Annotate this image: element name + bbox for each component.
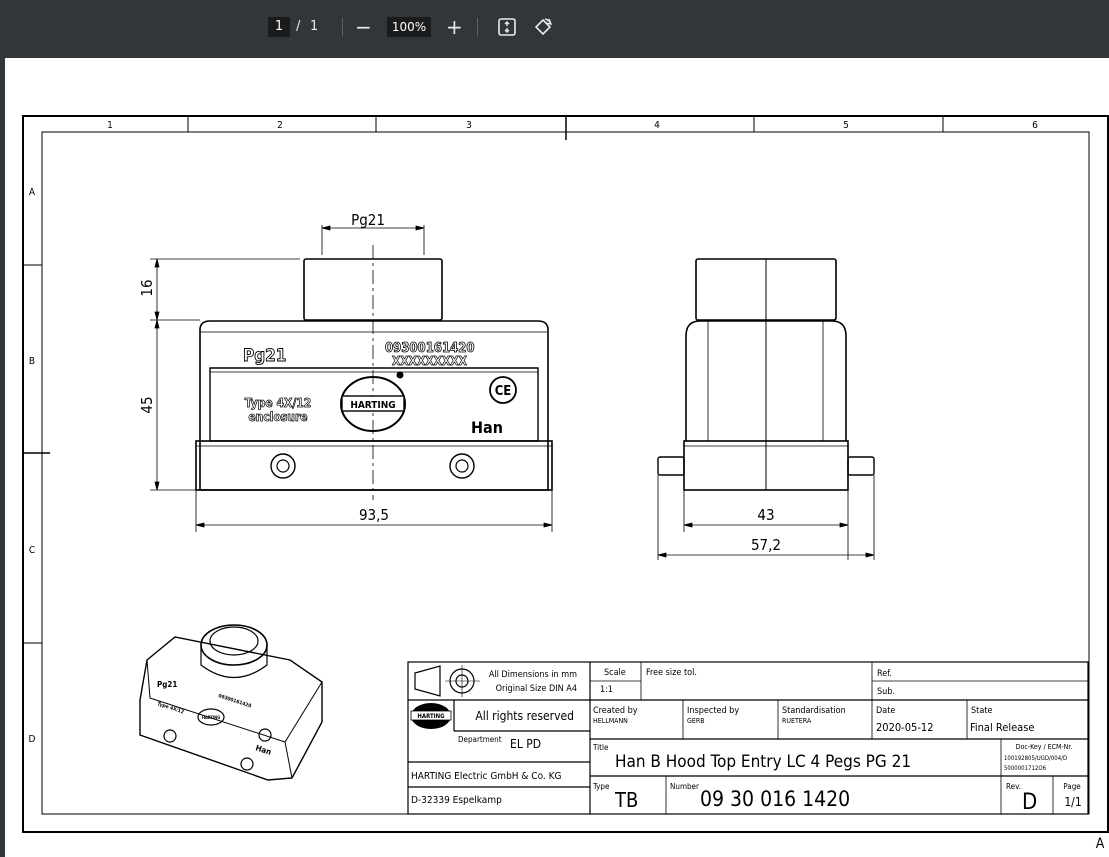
front-type-line2: enclosure — [248, 410, 307, 424]
title-block: HARTING All Dimensions in mm Original Si… — [407, 661, 1089, 815]
tb-number-value: 09 30 016 1420 — [700, 787, 850, 811]
tb-page-label: Page — [1063, 782, 1081, 791]
dim-43: 43 — [757, 506, 774, 524]
iso-view: Pg21 Type 4X/12 09300161420 HARTING Han — [139, 624, 323, 781]
tb-scale-label: Scale — [604, 668, 626, 678]
tb-department-label: Department — [458, 735, 502, 744]
zoom-in-button[interactable]: + — [446, 16, 463, 38]
tb-title-value: Han B Hood Top Entry LC 4 Pegs PG 21 — [615, 752, 911, 772]
outer-frame — [22, 115, 1109, 833]
zoom-out-button[interactable]: − — [355, 16, 372, 38]
page-number-input[interactable] — [268, 17, 290, 37]
iso-type-text: Type 4X/12 — [156, 701, 184, 715]
row-label: C — [29, 545, 35, 556]
tb-date-value: 2020-05-12 — [876, 721, 934, 734]
tb-date-label: Date — [876, 706, 895, 716]
tb-type-label: Type — [592, 782, 610, 791]
tb-std-label: Standardisation — [782, 706, 846, 716]
toolbar-divider — [342, 18, 343, 36]
column-dividers — [23, 116, 944, 644]
tb-scale-value: 1:1 — [600, 685, 613, 695]
tb-inspected-label: Inspected by — [687, 706, 739, 716]
zoom-level[interactable]: 100% — [387, 17, 431, 37]
harting-logo-icon: HARTING — [410, 703, 452, 729]
pdf-toolbar: / 1 − 100% + — [0, 0, 1109, 56]
dim-pg21: Pg21 — [351, 211, 385, 229]
front-view: HARTING Pg21 09300161420 XXXXXXXXX Type … — [138, 211, 553, 532]
front-serial: XXXXXXXXX — [392, 354, 468, 368]
front-brand: HARTING — [350, 400, 395, 411]
column-label: 6 — [1032, 120, 1038, 131]
tb-dims-line1: All Dimensions in mm — [489, 670, 577, 680]
tb-dockey-line2: 100192805/UGD/004/D — [1004, 755, 1067, 762]
page-separator: / — [296, 19, 301, 34]
tb-dockey-line1: Doc-Key / ECM-Nr. — [1016, 743, 1073, 751]
tb-company: HARTING Electric GmbH & Co. KG — [411, 771, 562, 782]
tb-created-label: Created by — [593, 706, 638, 716]
tb-address: D-32339 Espelkamp — [411, 795, 502, 806]
toolbar-divider — [477, 18, 478, 36]
dim-57-2: 57,2 — [751, 536, 781, 554]
tb-dims-line2: Original Size DIN A4 — [496, 684, 577, 694]
front-pg-label: Pg21 — [243, 346, 286, 366]
projection-symbol-icon — [414, 665, 480, 697]
tb-rights: All rights reserved — [475, 709, 574, 723]
tb-std-value: RUETERA — [782, 717, 812, 725]
corner-mark: A — [1096, 836, 1105, 852]
tb-free-size: Free size tol. — [646, 668, 697, 678]
column-label: 4 — [654, 120, 660, 131]
iso-part-number: 09300161420 — [217, 693, 252, 709]
row-label: B — [29, 356, 35, 367]
iso-han: Han — [254, 743, 272, 757]
dim-16: 16 — [138, 279, 156, 296]
tb-department-value: EL PD — [510, 737, 541, 751]
tb-brand: HARTING — [417, 713, 445, 720]
technical-drawing: 1 2 3 4 5 6 A B C D A HARTING Pg21 09300… — [22, 115, 1109, 852]
tb-sub-label: Sub. — [877, 687, 895, 697]
tb-dockey-line3: 5000001712O6 — [1004, 765, 1047, 772]
tb-inspected-value: GERB — [687, 717, 705, 725]
side-view: 43 57,2 — [657, 258, 875, 560]
dim-45: 45 — [138, 396, 156, 413]
tb-type-value: TB — [614, 788, 638, 812]
column-label: 1 — [107, 120, 113, 131]
tb-rev-label: Rev. — [1006, 782, 1021, 791]
dim-93-5: 93,5 — [359, 506, 389, 524]
column-label: 2 — [277, 120, 283, 131]
tb-created-value: HELLMANN — [593, 717, 628, 725]
tb-page-value: 1/1 — [1064, 795, 1081, 809]
tb-rev-value: D — [1022, 790, 1037, 815]
column-label: 3 — [466, 120, 472, 131]
iso-pg-label: Pg21 — [157, 680, 177, 689]
rotate-icon[interactable] — [532, 16, 554, 38]
tb-state-value: Final Release — [970, 721, 1035, 734]
front-han: Han — [471, 418, 503, 437]
row-label: A — [29, 187, 36, 198]
iso-brand: HARTING — [202, 715, 220, 720]
tb-title-label: Title — [592, 743, 609, 752]
page-total: 1 — [310, 19, 319, 34]
tb-number-label: Number — [670, 782, 699, 791]
fit-page-icon[interactable] — [496, 16, 518, 38]
row-label: D — [29, 734, 36, 745]
tb-ref-label: Ref. — [877, 669, 892, 679]
column-label: 5 — [843, 120, 849, 131]
front-ce-mark: CE — [495, 384, 512, 399]
front-type-line1: Type 4X/12 — [245, 396, 312, 410]
tb-state-label: State — [971, 706, 992, 716]
pdf-page: 1 2 3 4 5 6 A B C D A HARTING Pg21 09300… — [5, 58, 1109, 857]
